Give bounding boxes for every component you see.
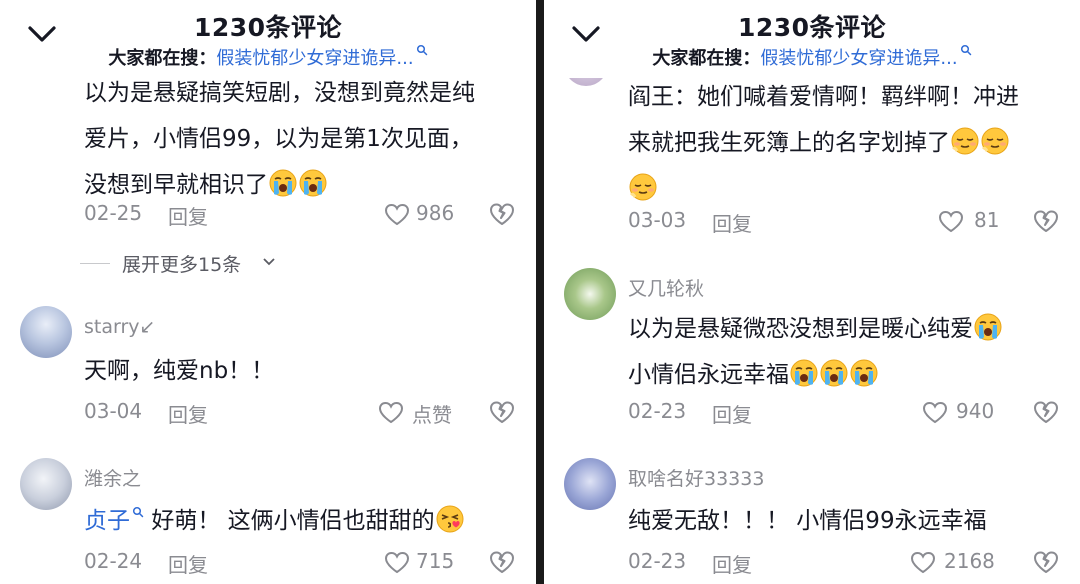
heart-icon[interactable] (910, 551, 936, 575)
search-icon (416, 44, 428, 56)
avatar[interactable] (20, 306, 72, 358)
crying-emoji-icon (790, 359, 818, 387)
broken-heart-icon[interactable] (488, 200, 516, 228)
trending-search[interactable]: 大家都在搜：假装忧郁少女穿进诡异... (544, 44, 1080, 70)
like-count: 2168 (944, 549, 995, 573)
comment-item: 潍余之 贞子 好萌！ 这俩小情侣也甜甜的 02-24 回复 715 (0, 450, 536, 584)
divider (80, 263, 110, 264)
comment-count-title: 1230条评论 (737, 13, 887, 42)
comment-count-title: 1230条评论 (193, 13, 343, 42)
heart-icon[interactable] (922, 401, 948, 425)
reply-button[interactable]: 回复 (168, 399, 208, 428)
comment-line-text: 以为是悬疑微恐没想到是暖心纯爱 (628, 316, 973, 342)
comment-meta: 03-04 回复 点赞 (84, 397, 516, 429)
broken-heart-icon[interactable] (488, 398, 516, 426)
sleepy-emoji-icon (981, 127, 1009, 155)
comment-date: 03-04 (84, 399, 143, 423)
heart-icon[interactable] (384, 551, 410, 575)
comment-meta: 02-23 回复 2168 (628, 547, 1060, 579)
like-count: 81 (974, 208, 1000, 232)
comments-panel-right: 1230条评论 大家都在搜：假装忧郁少女穿进诡异... 阎王：她们喊着爱情啊！羁… (544, 0, 1080, 584)
crying-emoji-icon (974, 313, 1002, 341)
avatar[interactable] (20, 458, 72, 510)
like-count: 940 (956, 399, 995, 423)
username[interactable]: 又几轮秋 (628, 274, 704, 301)
heart-icon[interactable] (378, 401, 404, 425)
comment-date: 02-25 (84, 201, 143, 225)
crying-emoji-icon (820, 359, 848, 387)
heart-icon[interactable] (384, 203, 410, 227)
search-prefix: 大家都在搜： (108, 48, 217, 69)
comment-meta: 03-03 回复 81 (628, 206, 1060, 238)
avatar[interactable] (564, 458, 616, 510)
broken-heart-icon[interactable] (1032, 207, 1060, 235)
search-term-link[interactable]: 假装忧郁少女穿进诡异... (760, 48, 957, 69)
reply-button[interactable]: 回复 (712, 399, 752, 428)
username[interactable]: 潍余之 (84, 464, 141, 491)
username[interactable]: 取啥名好33333 (628, 464, 764, 491)
comment-line-text: 没想到早就相识了 (84, 172, 268, 198)
broken-heart-icon[interactable] (488, 548, 516, 576)
kissing-emoji-icon (436, 505, 464, 533)
expand-label: 展开更多15条 (122, 254, 242, 276)
sleepy-emoji-icon (629, 173, 657, 201)
broken-heart-icon[interactable] (1032, 398, 1060, 426)
comment-text: 纯爱无敌！！！ 小情侣99永远幸福 (628, 508, 987, 534)
username[interactable]: starry↙ (84, 316, 155, 338)
comment-line-text: 来就把我生死簿上的名字划掉了 (628, 130, 950, 156)
comment-meta: 02-24 回复 715 (84, 547, 516, 579)
broken-heart-icon[interactable] (1032, 548, 1060, 576)
comment-date: 02-23 (628, 549, 687, 573)
comment-line: 爱片，小情侣99，以为是第1次见面， (84, 126, 473, 152)
crying-emoji-icon (299, 169, 327, 197)
search-term-link[interactable]: 假装忧郁少女穿进诡异... (216, 48, 413, 69)
reply-button[interactable]: 回复 (168, 549, 208, 578)
comment-line: 小情侣永远幸福 (628, 352, 1068, 398)
search-prefix: 大家都在搜： (652, 48, 761, 69)
comments-header: 1230条评论 大家都在搜：假装忧郁少女穿进诡异... (544, 0, 1080, 78)
comment-item: 又几轮秋 以为是悬疑微恐没想到是暖心纯爱 小情侣永远幸福 02-23 回复 94… (544, 262, 1080, 432)
avatar[interactable] (564, 268, 616, 320)
expand-replies-button[interactable]: 展开更多15条 (80, 250, 324, 278)
comment-line: 阎王：她们喊着爱情啊！羁绊啊！冲进 (628, 84, 1019, 110)
comment-date: 02-23 (628, 399, 687, 423)
chevron-down-icon (263, 258, 275, 266)
comment-body: 好萌！ 这俩小情侣也甜甜的 (151, 508, 435, 534)
crying-emoji-icon (269, 169, 297, 197)
comment-meta: 02-25 回复 986 (84, 199, 516, 231)
comment-line: 以为是悬疑微恐没想到是暖心纯爱 (628, 306, 1068, 352)
comment-meta: 02-23 回复 940 (628, 397, 1060, 429)
comment-text: 以为是悬疑微恐没想到是暖心纯爱 小情侣永远幸福 (628, 306, 1068, 398)
search-icon (960, 44, 972, 56)
mention-link[interactable]: 贞子 (84, 508, 130, 534)
reply-button[interactable]: 回复 (712, 208, 752, 237)
search-icon (132, 506, 144, 518)
like-count: 986 (416, 201, 455, 225)
comment-text: 阎王：她们喊着爱情啊！羁绊啊！冲进 来就把我生死簿上的名字划掉了 (628, 74, 1068, 212)
like-count: 715 (416, 549, 455, 573)
comments-panel-left: 1230条评论 大家都在搜：假装忧郁少女穿进诡异... 以为是悬疑搞笑短剧，没想… (0, 0, 536, 584)
comment-item: starry↙ 天啊，纯爱nb！！ 03-04 回复 点赞 (0, 300, 536, 430)
reply-button[interactable]: 回复 (712, 549, 752, 578)
comments-header: 1230条评论 大家都在搜：假装忧郁少女穿进诡异... (0, 0, 536, 78)
like-label: 点赞 (412, 403, 452, 427)
heart-icon[interactable] (938, 210, 964, 234)
comment-item: 取啥名好33333 纯爱无敌！！！ 小情侣99永远幸福 02-23 回复 216… (544, 450, 1080, 584)
comment-line: 来就把我生死簿上的名字划掉了 (628, 120, 1068, 166)
comment-text: 贞子 好萌！ 这俩小情侣也甜甜的 (84, 498, 524, 544)
comment-text: 天啊，纯爱nb！！ (84, 358, 275, 384)
comment-text: 以为是悬疑搞笑短剧，没想到竟然是纯 爱片，小情侣99，以为是第1次见面， 没想到… (84, 70, 524, 208)
sleepy-emoji-icon (951, 127, 979, 155)
trending-search[interactable]: 大家都在搜：假装忧郁少女穿进诡异... (0, 44, 536, 70)
comment-line-text: 小情侣永远幸福 (628, 362, 789, 388)
comment-date: 02-24 (84, 549, 143, 573)
crying-emoji-icon (850, 359, 878, 387)
comment-date: 03-03 (628, 208, 687, 232)
reply-button[interactable]: 回复 (168, 201, 208, 230)
